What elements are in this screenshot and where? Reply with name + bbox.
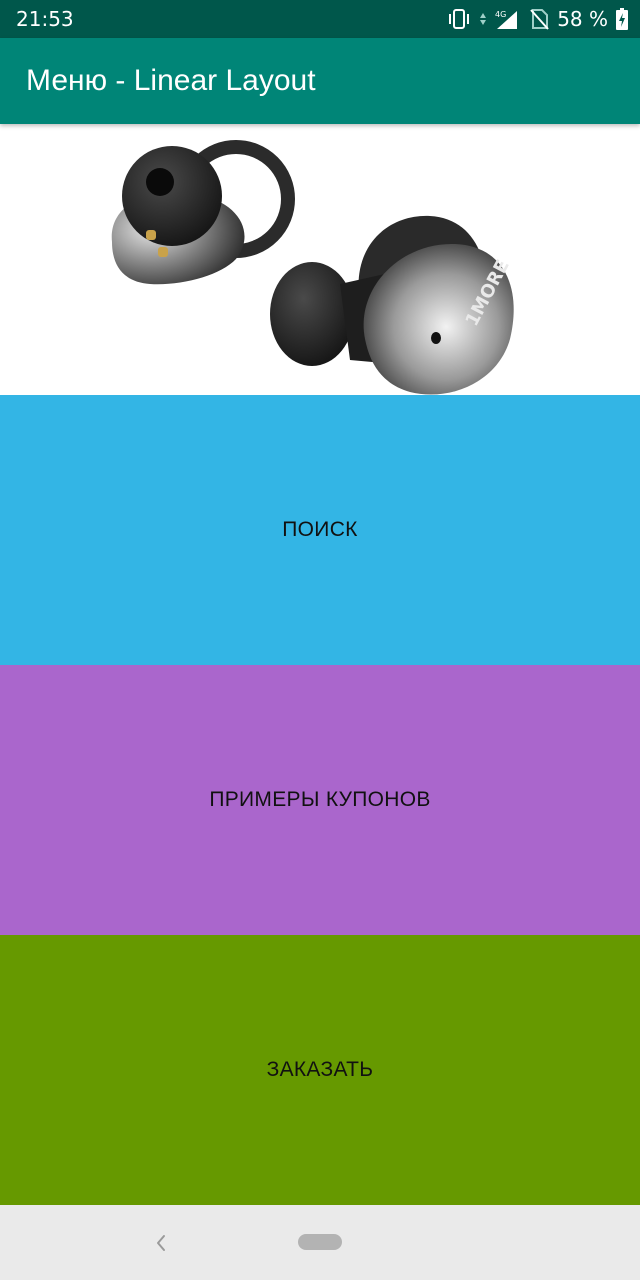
earbuds-image: 1MORE: [0, 124, 640, 395]
status-icons: 4G 58 %: [447, 6, 628, 32]
data-arrows-icon: [479, 10, 487, 28]
status-time: 21:53: [16, 7, 74, 31]
coupon-examples-button-label: ПРИМЕРЫ КУПОНОВ: [209, 788, 431, 811]
no-sim-icon: [529, 8, 549, 30]
navigation-bar: [0, 1205, 640, 1280]
order-button-label: ЗАКАЗАТЬ: [266, 1058, 374, 1081]
app-title: Меню - Linear Layout: [26, 64, 316, 97]
vibrate-icon: [447, 8, 471, 30]
network-label: 4G: [495, 10, 506, 19]
app-bar: Меню - Linear Layout: [0, 38, 640, 124]
search-button[interactable]: ПОИСК: [0, 395, 640, 665]
status-bar: 21:53 4G 58 %: [0, 0, 640, 38]
left-earbud: [111, 140, 295, 285]
cell-signal-icon: 4G: [495, 8, 521, 30]
coupon-examples-button[interactable]: ПРИМЕРЫ КУПОНОВ: [0, 665, 640, 935]
search-button-label: ПОИСК: [282, 518, 358, 541]
right-earbud: 1MORE: [270, 215, 514, 395]
battery-percent: 58 %: [557, 7, 608, 31]
back-chevron-icon[interactable]: [150, 1231, 174, 1255]
home-pill-icon[interactable]: [298, 1234, 342, 1250]
order-button[interactable]: ЗАКАЗАТЬ: [0, 935, 640, 1205]
battery-charging-icon: [616, 8, 628, 30]
